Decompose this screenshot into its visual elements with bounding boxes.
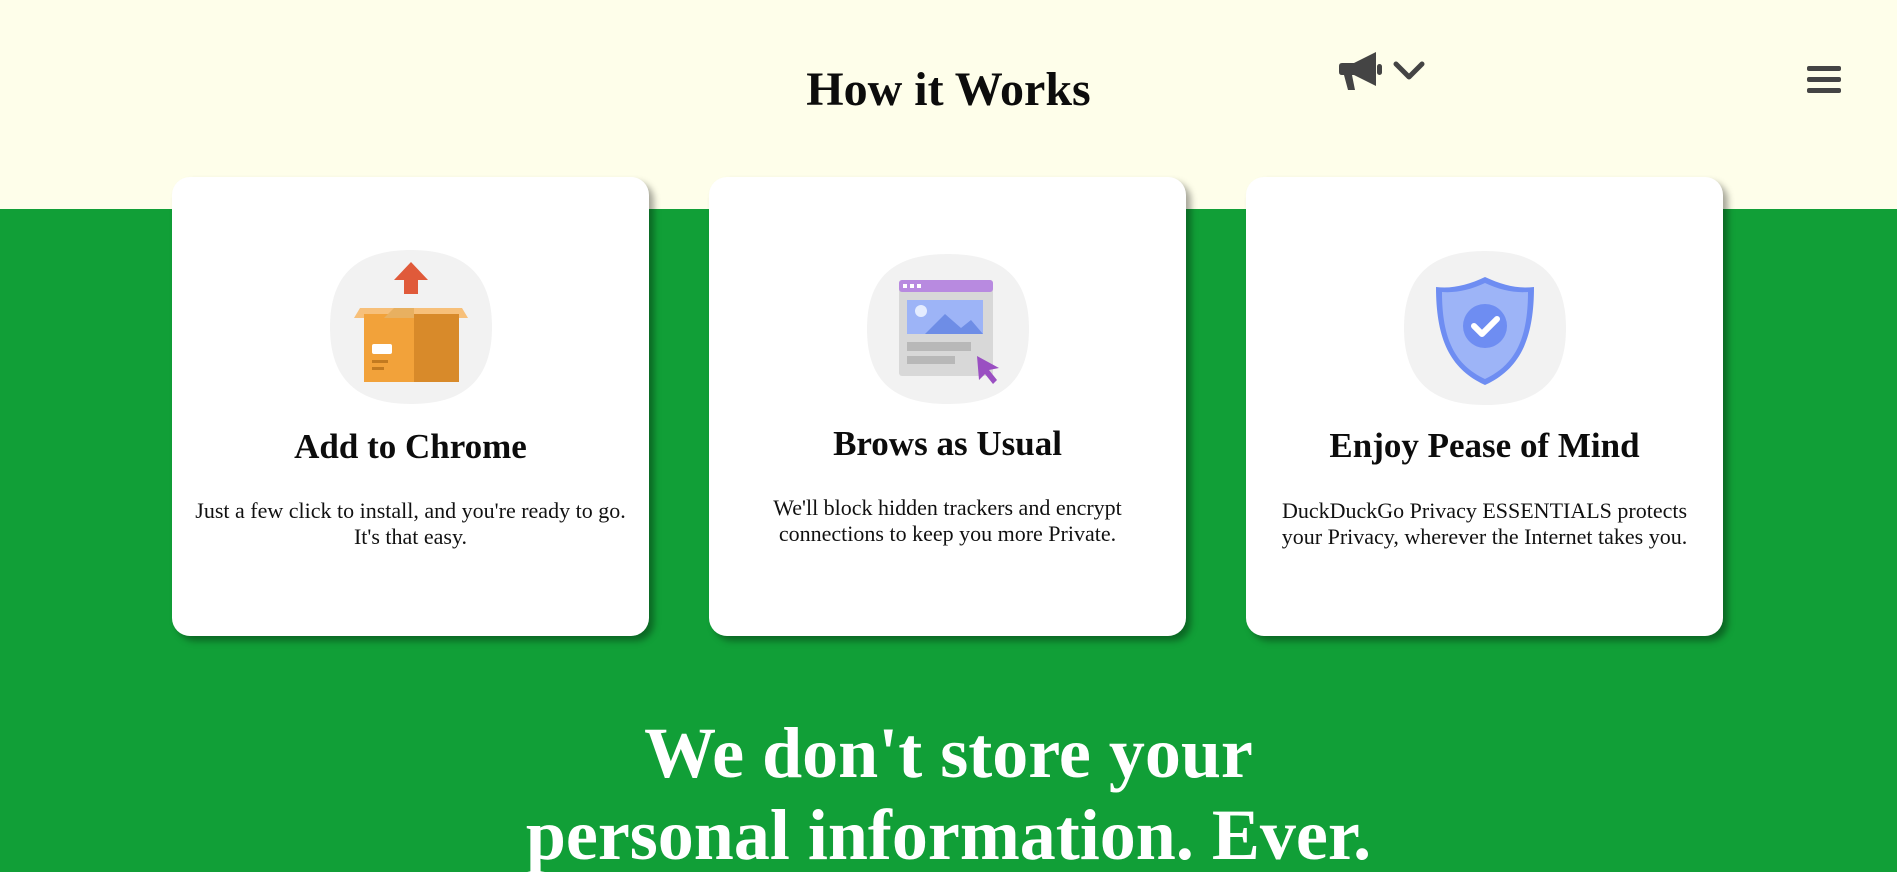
step-card-browse-as-usual: Brows as Usual We'll block hidden tracke… <box>709 177 1186 636</box>
tagline-line-1: We don't store your <box>644 713 1253 793</box>
step-description: Just a few click to install, and you're … <box>195 498 626 550</box>
megaphone-icon[interactable] <box>1338 50 1384 97</box>
step-title: Add to Chrome <box>294 427 527 466</box>
step-description: We'll block hidden trackers and encrypt … <box>773 495 1122 547</box>
page-title: How it Works <box>806 63 1091 116</box>
step-description: DuckDuckGo Privacy ESSENTIALS protects y… <box>1281 498 1688 550</box>
step-title: Brows as Usual <box>833 424 1062 463</box>
page: How it Works Add to Chrome Just a few cl… <box>0 0 1897 872</box>
privacy-tagline: We don't store your personal information… <box>0 712 1897 872</box>
package-upload-icon <box>328 248 494 406</box>
tagline-line-2: personal information. Ever. <box>525 795 1372 872</box>
chevron-down-icon[interactable] <box>1392 59 1426 88</box>
step-title: Enjoy Pease of Mind <box>1329 426 1640 465</box>
step-card-add-to-chrome: Add to Chrome Just a few click to instal… <box>172 177 649 636</box>
announcements-dropdown[interactable] <box>1338 50 1426 97</box>
step-card-peace-of-mind: Enjoy Pease of Mind DuckDuckGo Privacy E… <box>1246 177 1723 636</box>
shield-check-icon <box>1402 249 1568 407</box>
hamburger-menu-icon[interactable] <box>1806 62 1842 98</box>
browser-window-icon <box>865 252 1031 410</box>
